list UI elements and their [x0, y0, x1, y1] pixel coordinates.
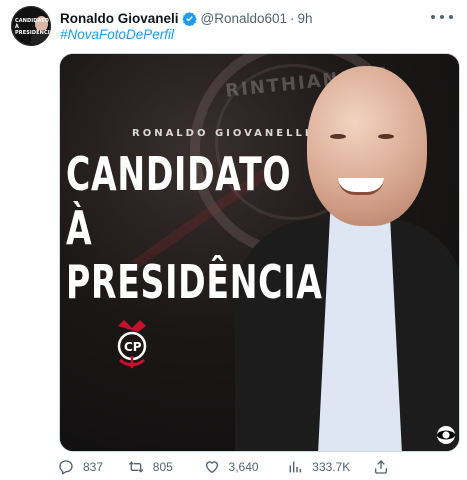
person-shirt	[318, 204, 402, 451]
svg-text:CP: CP	[124, 340, 142, 354]
share-icon	[375, 460, 388, 474]
views-button[interactable]: 333.7K	[287, 459, 373, 475]
views-count: 333.7K	[312, 460, 351, 474]
retweet-count: 805	[152, 460, 173, 474]
share-button[interactable]	[373, 459, 398, 475]
reply-button[interactable]: 837	[58, 459, 128, 475]
reply-icon	[59, 460, 73, 475]
avatar[interactable]: CANDIDATO À PRESIDÊNCIA	[11, 6, 51, 46]
tweet: CANDIDATO À PRESIDÊNCIA Ronaldo Giovanel…	[0, 0, 467, 480]
tweet-header: Ronaldo Giovaneli @Ronaldo601 · 9h	[60, 9, 313, 27]
retweet-button[interactable]: 805	[128, 459, 204, 475]
headline-line-1: CANDIDATO À	[66, 147, 292, 255]
image-subtitle: RONALDO GIOVANELLI	[132, 128, 312, 139]
avatar-text: CANDIDATO À PRESIDÊNCIA	[15, 18, 51, 36]
hashtag-link[interactable]: #NovaFotoDePerfil	[60, 27, 174, 42]
verified-badge-icon	[181, 11, 197, 26]
reply-count: 837	[83, 460, 104, 474]
club-logo-icon: CP	[117, 320, 147, 368]
person-head	[307, 66, 427, 226]
image-headline: CANDIDATO À PRESIDÊNCIA	[66, 147, 323, 309]
author-name[interactable]: Ronaldo Giovaneli	[60, 11, 179, 26]
tweet-image[interactable]: RINTHIANS PA RONALDO GIOVANELLI CANDIDAT…	[59, 53, 460, 452]
like-count: 3,640	[228, 460, 259, 474]
headline-line-2: PRESIDÊNCIA	[66, 255, 323, 309]
action-bar: 837 805 3,640 333.7K	[58, 458, 398, 476]
author-handle[interactable]: @Ronaldo601	[201, 11, 288, 26]
separator-dot: ·	[290, 10, 295, 26]
like-button[interactable]: 3,640	[204, 459, 288, 475]
person-eye-left	[330, 134, 346, 139]
broadcaster-logo-icon	[437, 426, 455, 444]
timestamp[interactable]: 9h	[298, 11, 313, 26]
views-icon	[289, 461, 302, 473]
like-icon	[205, 461, 218, 474]
more-options-icon[interactable]	[431, 9, 453, 25]
retweet-icon	[128, 461, 143, 473]
person-eye-right	[378, 134, 394, 139]
